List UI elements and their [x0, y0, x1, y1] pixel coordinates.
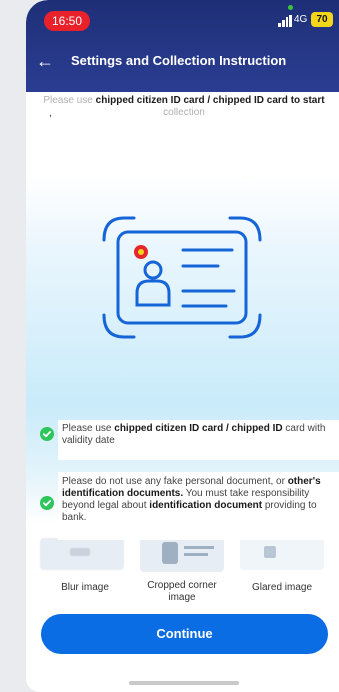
phone-screen: 16:50 4G 70 ← Settings and Collection In…	[26, 0, 339, 692]
back-arrow-icon[interactable]: ←	[36, 52, 54, 70]
sample-label-blur: Blur image	[61, 582, 109, 593]
battery-icon: 70	[311, 12, 333, 27]
note1-bold: chipped citizen ID card / chipped ID	[114, 423, 283, 434]
instruction-bold: chipped citizen ID card / chipped ID car…	[95, 95, 325, 106]
network-type: 4G	[294, 14, 308, 25]
sample-glared-image	[240, 538, 324, 570]
note2-pre: Please do not use any fake personal docu…	[62, 476, 288, 487]
continue-button[interactable]: Continue	[41, 614, 328, 654]
privacy-indicator	[288, 5, 293, 10]
note-fake-document: Please do not use any fake personal docu…	[58, 472, 339, 540]
status-time: 16:50	[44, 11, 90, 31]
sample-cropped-image	[140, 536, 224, 572]
note-validity: Please use chipped citizen ID card / chi…	[58, 420, 339, 460]
instruction-pre: Please use	[43, 95, 96, 106]
instruction-mark: ,	[49, 108, 52, 119]
home-indicator[interactable]	[129, 681, 239, 685]
sample-label-glared: Glared image	[251, 582, 313, 593]
instruction-post: collection	[163, 107, 205, 118]
check-circle-icon	[40, 427, 54, 441]
signal-icon	[278, 15, 292, 27]
check-circle-icon	[40, 496, 54, 510]
note2-bold2: identification document	[149, 500, 263, 511]
id-card-icon	[102, 216, 262, 339]
sample-label-cropped: Cropped corner image	[147, 580, 217, 603]
instruction-text: Please use chipped citizen ID card / chi…	[34, 95, 334, 119]
sample-blur-image	[40, 538, 124, 570]
top-bar: 16:50 4G 70 ← Settings and Collection In…	[26, 0, 339, 92]
page-title: Settings and Collection Instruction	[71, 53, 287, 68]
note1-pre: Please use	[62, 423, 115, 434]
sample-images: Blur image Cropped corner image Glared i…	[40, 536, 330, 603]
